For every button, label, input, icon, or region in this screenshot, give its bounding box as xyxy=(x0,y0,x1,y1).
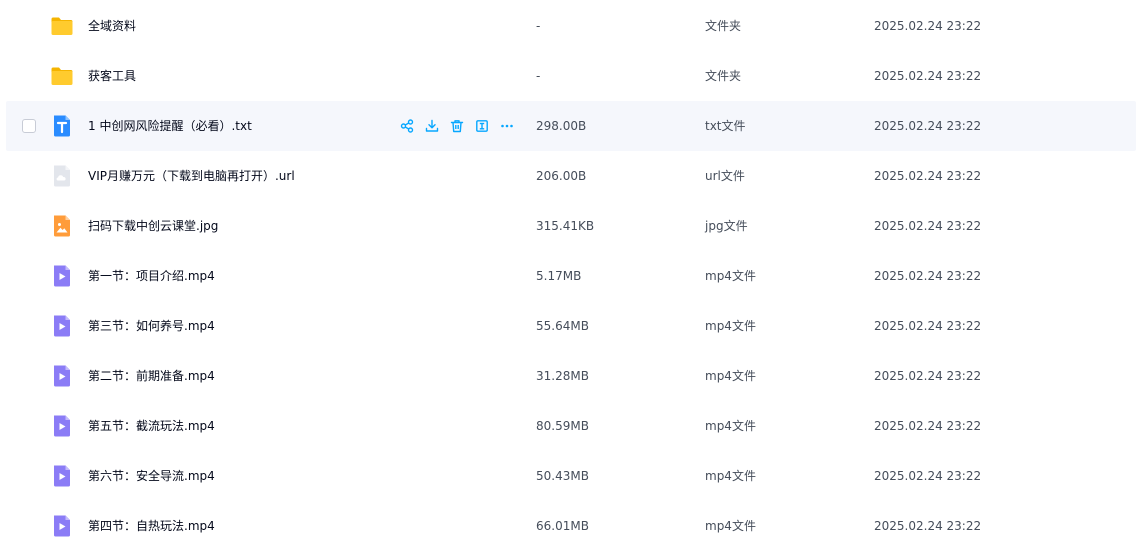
file-list: 全域资料 - 文件夹 2025.02.24 23:22 获客工具 - 文件夹 2… xyxy=(0,0,1136,550)
file-type: jpg文件 xyxy=(705,219,748,233)
file-name[interactable]: 第一节：项目介绍.mp4 xyxy=(88,251,215,301)
file-date: 2025.02.24 23:22 xyxy=(874,419,982,433)
file-row[interactable]: 第三节：如何养号.mp4 55.64MB mp4文件 2025.02.24 23… xyxy=(6,301,1136,351)
file-row[interactable]: 扫码下载中创云课堂.jpg 315.41KB jpg文件 2025.02.24 … xyxy=(6,201,1136,251)
file-size: 55.64MB xyxy=(536,319,589,333)
file-size: - xyxy=(536,69,541,83)
file-date: 2025.02.24 23:22 xyxy=(874,169,982,183)
file-name[interactable]: 获客工具 xyxy=(88,51,136,101)
file-date: 2025.02.24 23:22 xyxy=(874,219,982,233)
file-date: 2025.02.24 23:22 xyxy=(874,469,982,483)
row-actions xyxy=(398,117,516,135)
file-row[interactable]: 1 中创网风险提醒（必看）.txt 298.00B txt文件 2025.02.… xyxy=(6,101,1136,151)
txt-file-icon xyxy=(50,114,74,138)
file-type: mp4文件 xyxy=(705,469,756,483)
file-name[interactable]: 第四节：自热玩法.mp4 xyxy=(88,501,215,551)
share-icon[interactable] xyxy=(398,117,416,135)
download-icon[interactable] xyxy=(423,117,441,135)
file-type: mp4文件 xyxy=(705,269,756,283)
file-type: mp4文件 xyxy=(705,319,756,333)
delete-icon[interactable] xyxy=(448,117,466,135)
file-name[interactable]: 扫码下载中创云课堂.jpg xyxy=(88,201,218,251)
folder-icon xyxy=(50,14,74,38)
more-icon[interactable] xyxy=(498,117,516,135)
file-date: 2025.02.24 23:22 xyxy=(874,369,982,383)
file-row[interactable]: 全域资料 - 文件夹 2025.02.24 23:22 xyxy=(6,1,1136,51)
video-file-icon xyxy=(50,414,74,438)
file-name[interactable]: 第二节：前期准备.mp4 xyxy=(88,351,215,401)
file-row[interactable]: 第一节：项目介绍.mp4 5.17MB mp4文件 2025.02.24 23:… xyxy=(6,251,1136,301)
file-name[interactable]: 全域资料 xyxy=(88,1,136,51)
file-row[interactable]: 获客工具 - 文件夹 2025.02.24 23:22 xyxy=(6,51,1136,101)
file-size: 315.41KB xyxy=(536,219,595,233)
file-type: mp4文件 xyxy=(705,419,756,433)
file-row[interactable]: VIP月赚万元（下载到电脑再打开）.url 206.00B url文件 2025… xyxy=(6,151,1136,201)
file-name[interactable]: VIP月赚万元（下载到电脑再打开）.url xyxy=(88,151,295,201)
file-size: 80.59MB xyxy=(536,419,589,433)
row-checkbox[interactable] xyxy=(22,119,36,133)
video-file-icon xyxy=(50,514,74,538)
file-row[interactable]: 第四节：自热玩法.mp4 66.01MB mp4文件 2025.02.24 23… xyxy=(6,501,1136,551)
rename-icon[interactable] xyxy=(473,117,491,135)
video-file-icon xyxy=(50,314,74,338)
video-file-icon xyxy=(50,364,74,388)
file-type: mp4文件 xyxy=(705,519,756,533)
file-size: 298.00B xyxy=(536,119,587,133)
file-date: 2025.02.24 23:22 xyxy=(874,69,982,83)
file-type: txt文件 xyxy=(705,119,746,133)
file-date: 2025.02.24 23:22 xyxy=(874,119,982,133)
file-row[interactable]: 第二节：前期准备.mp4 31.28MB mp4文件 2025.02.24 23… xyxy=(6,351,1136,401)
file-row[interactable]: 第五节：截流玩法.mp4 80.59MB mp4文件 2025.02.24 23… xyxy=(6,401,1136,451)
file-date: 2025.02.24 23:22 xyxy=(874,19,982,33)
file-size: 31.28MB xyxy=(536,369,589,383)
file-size: 206.00B xyxy=(536,169,587,183)
file-name[interactable]: 1 中创网风险提醒（必看）.txt xyxy=(88,101,252,151)
video-file-icon xyxy=(50,464,74,488)
file-name[interactable]: 第六节：安全导流.mp4 xyxy=(88,451,215,501)
folder-icon xyxy=(50,64,74,88)
file-date: 2025.02.24 23:22 xyxy=(874,269,982,283)
file-size: 50.43MB xyxy=(536,469,589,483)
image-file-icon xyxy=(50,214,74,238)
file-type: 文件夹 xyxy=(705,19,742,33)
url-file-icon xyxy=(50,164,74,188)
file-name[interactable]: 第三节：如何养号.mp4 xyxy=(88,301,215,351)
file-name[interactable]: 第五节：截流玩法.mp4 xyxy=(88,401,215,451)
file-type: mp4文件 xyxy=(705,369,756,383)
file-size: 66.01MB xyxy=(536,519,589,533)
file-date: 2025.02.24 23:22 xyxy=(874,519,982,533)
video-file-icon xyxy=(50,264,74,288)
file-type: 文件夹 xyxy=(705,69,742,83)
file-date: 2025.02.24 23:22 xyxy=(874,319,982,333)
file-size: - xyxy=(536,19,541,33)
file-row[interactable]: 第六节：安全导流.mp4 50.43MB mp4文件 2025.02.24 23… xyxy=(6,451,1136,501)
file-type: url文件 xyxy=(705,169,745,183)
file-size: 5.17MB xyxy=(536,269,582,283)
